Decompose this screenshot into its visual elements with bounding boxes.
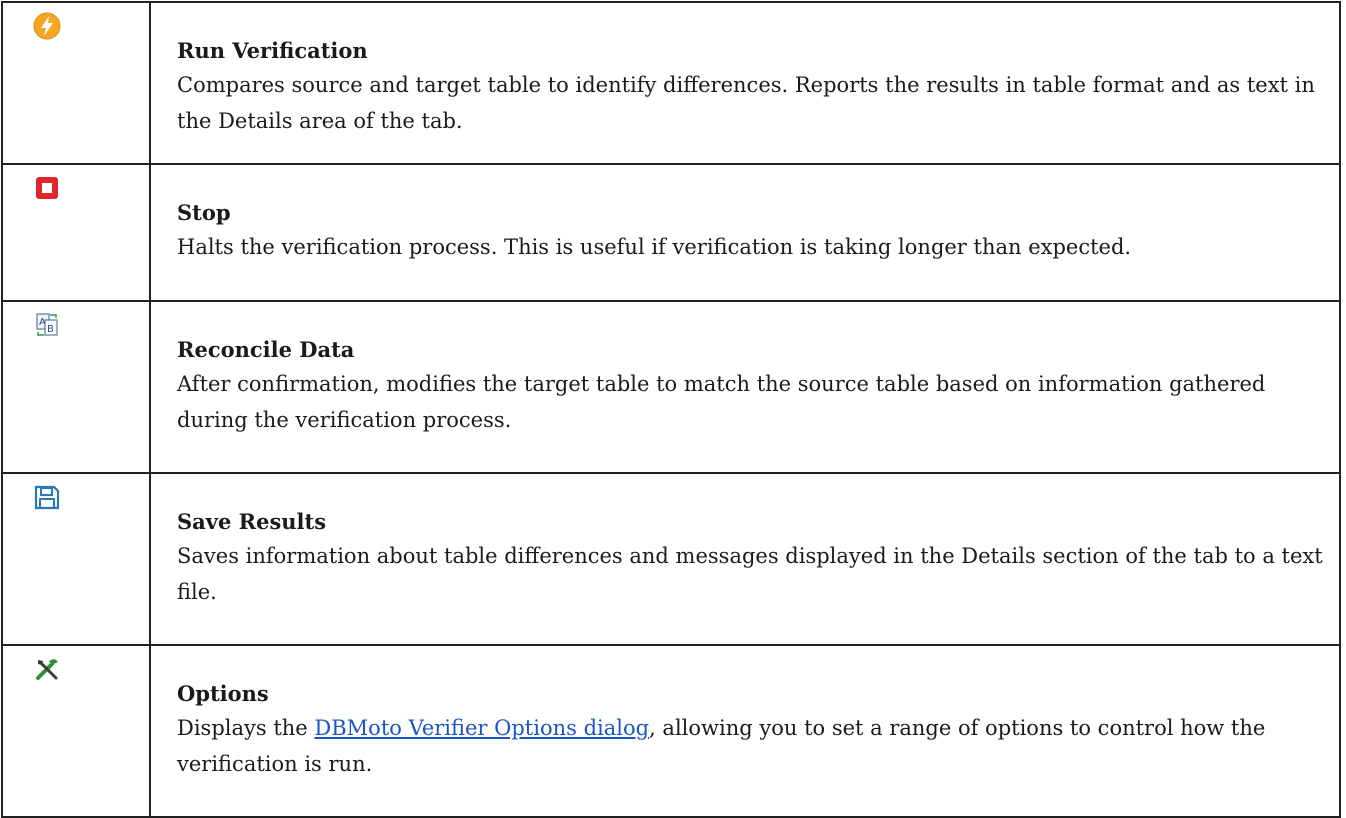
toolbar-reference-table: Run Verification Compares source and tar… <box>1 1 1341 818</box>
table-row: Run Verification Compares source and tar… <box>1 1 1341 165</box>
icon-cell <box>1 163 151 302</box>
row-title: Save Results <box>177 509 327 534</box>
row-description: Saves information about table difference… <box>177 544 1323 604</box>
table-row: Options Displays the DBMoto Verifier Opt… <box>1 644 1341 818</box>
description-cell: Options Displays the DBMoto Verifier Opt… <box>149 644 1341 818</box>
row-title: Options <box>177 681 269 706</box>
tools-icon <box>30 652 64 686</box>
description-cell: Stop Halts the verification process. Thi… <box>149 163 1341 302</box>
reconcile-data-icon: A B <box>30 308 64 342</box>
icon-cell <box>1 472 151 646</box>
row-title: Stop <box>177 200 231 225</box>
description-cell: Save Results Saves information about tab… <box>149 472 1341 646</box>
icon-cell <box>1 644 151 818</box>
description-cell: Run Verification Compares source and tar… <box>149 1 1341 165</box>
verifier-options-dialog-link[interactable]: DBMoto Verifier Options dialog <box>314 716 649 740</box>
save-icon <box>30 480 64 514</box>
row-description: After confirmation, modifies the target … <box>177 372 1266 432</box>
description-cell: Reconcile Data After confirmation, modif… <box>149 300 1341 474</box>
icon-cell: A B <box>1 300 151 474</box>
icon-cell <box>1 1 151 165</box>
row-description: Halts the verification process. This is … <box>177 235 1132 259</box>
svg-text:B: B <box>47 324 54 335</box>
row-title: Run Verification <box>177 38 368 63</box>
table-row: A B Reconcile Data After confirmation, m… <box>1 300 1341 474</box>
stop-icon <box>30 171 64 205</box>
table-row: Stop Halts the verification process. Thi… <box>1 163 1341 302</box>
lightning-icon <box>30 9 64 43</box>
row-title: Reconcile Data <box>177 337 355 362</box>
table-row: Save Results Saves information about tab… <box>1 472 1341 646</box>
row-description: Displays the DBMoto Verifier Options dia… <box>177 710 1329 782</box>
description-text: Displays the <box>177 716 315 740</box>
row-description: Compares source and target table to iden… <box>177 73 1315 133</box>
